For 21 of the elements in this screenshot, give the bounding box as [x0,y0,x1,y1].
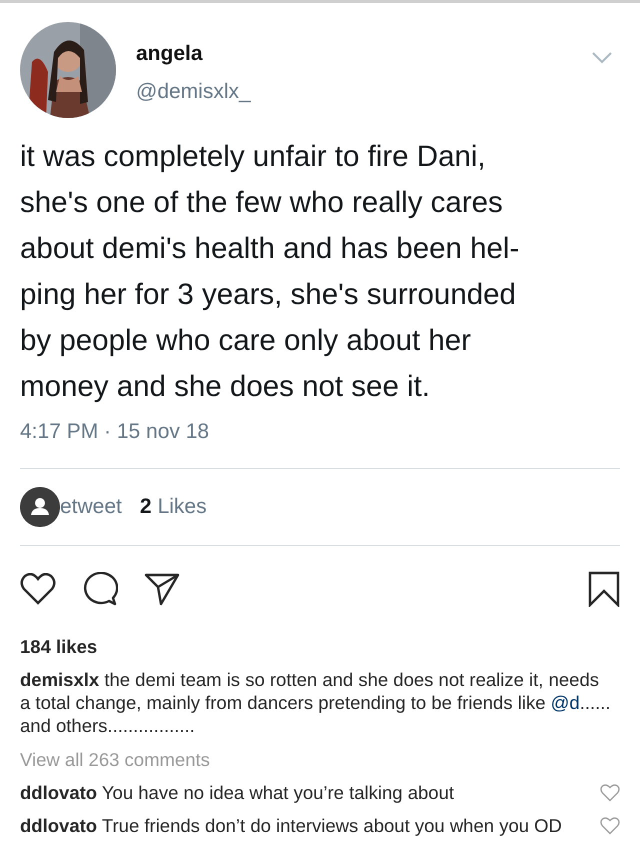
person-icon[interactable] [20,487,60,527]
comment-text: ddlovato You have no idea what you’re talking about [20,781,456,804]
author-handle[interactable]: @demisxlx_ [136,80,251,104]
tweet-text-line: money and she does not see it. [20,369,431,405]
tweet-text-line: it was completely unfair to fire Dani, [20,139,487,175]
timestamp: 4:17 PM · 15 nov 18 [20,420,210,444]
caption: demisxlx the demi team is so rotten and she does not realize it, needs a total change, mainly from dancers pretending to be friends like @d...... and others................. [20,668,612,737]
author-name[interactable]: angela [136,42,251,66]
send-icon[interactable] [144,572,180,606]
retweet-count[interactable]: etweet [60,495,122,519]
heart-icon[interactable] [20,573,56,605]
tweet-text-line: by people who care only about her [20,323,472,359]
likes-count[interactable]: 184 likes [20,636,620,658]
tweet-text-line: she's one of the few who really cares [20,185,504,221]
tweet-text-line: ping her for 3 years, she's surrounded [20,277,517,313]
comment-icon[interactable] [82,572,118,606]
mention-link[interactable]: @d [550,692,580,713]
comment-text: ddlovato True friends don’t do interviews about you when you OD [20,814,563,837]
tweet-text-line: about demi's health and has been hel- [20,231,520,267]
bookmark-icon[interactable] [588,571,620,607]
likes-count[interactable]: 2 Likes [140,495,207,519]
